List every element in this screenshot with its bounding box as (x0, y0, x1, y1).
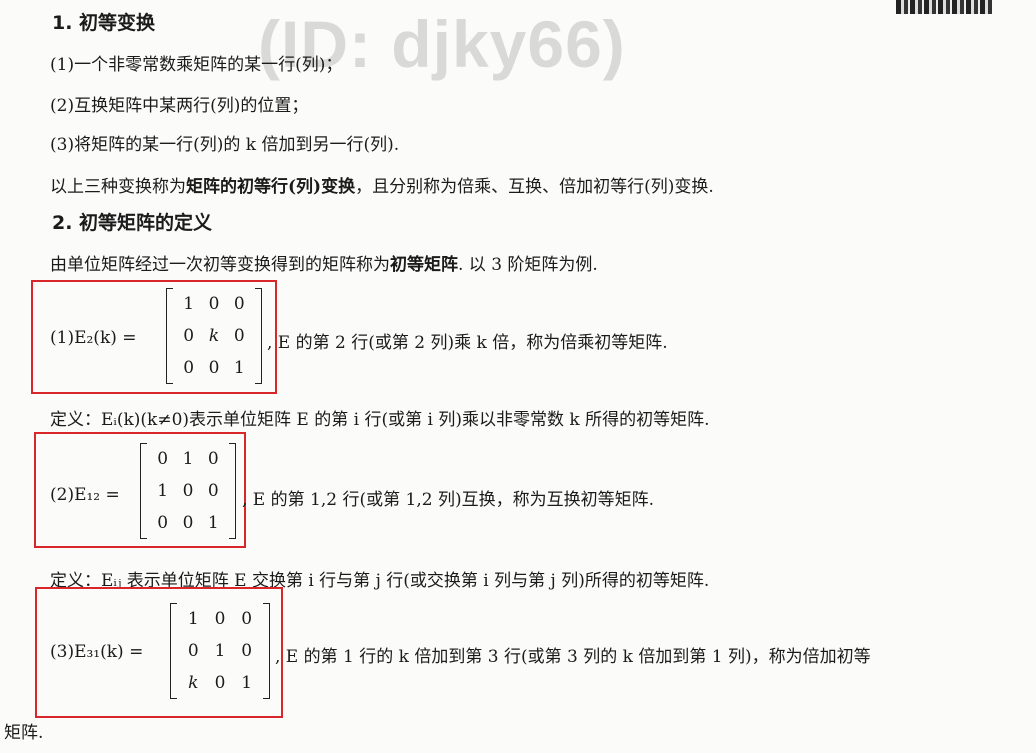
section-1-heading: 1. 初等变换 (52, 12, 156, 34)
matrix-cell: k (188, 673, 199, 693)
section-2-intro: 由单位矩阵经过一次初等变换得到的矩阵称为初等矩阵. 以 3 阶矩阵为例. (50, 250, 598, 275)
transform-item-3: (3)将矩阵的某一行(列)的 k 倍加到另一行(列). (50, 135, 400, 155)
example-1-label: (1)E₂(k) = (50, 328, 137, 348)
matrix-cell: 0 (233, 294, 245, 314)
example-3-label: (3)E₃₁(k) = (50, 642, 144, 662)
matrix-cell: 1 (233, 358, 245, 378)
example-3-continuation: 矩阵. (4, 723, 44, 743)
matrix-cell: 0 (182, 513, 194, 533)
matrix-cell: 0 (208, 294, 220, 314)
matrix-cell: 0 (207, 481, 219, 501)
matrix-cell: 0 (207, 449, 219, 469)
qr-code-fragment (896, 0, 992, 14)
summary-bold-term: 矩阵的初等行(列)变换 (186, 177, 356, 197)
intro-post: . 以 3 阶矩阵为例. (458, 255, 598, 275)
matrix-cell: 1 (182, 449, 194, 469)
matrix-cell: 0 (214, 609, 226, 629)
matrix-cell: 0 (208, 358, 220, 378)
matrix-cell: 0 (157, 449, 169, 469)
section-2-heading: 2. 初等矩阵的定义 (52, 212, 213, 234)
matrix-cell: 1 (157, 481, 169, 501)
matrix-cell: 0 (187, 641, 199, 661)
matrix-cell: 1 (187, 609, 199, 629)
matrix-cell: 1 (241, 673, 253, 693)
matrix-cell: 0 (233, 326, 245, 346)
summary-post: ，且分别称为倍乘、互换、倍加初等行(列)变换. (355, 177, 714, 197)
summary-pre: 以上三种变换称为 (50, 177, 186, 197)
matrix-cell: 0 (241, 641, 253, 661)
transform-item-2: (2)互换矩阵中某两行(列)的位置； (50, 96, 309, 116)
matrix-cell: k (208, 326, 220, 346)
example-1-description: , E 的第 2 行(或第 2 列)乘 k 倍，称为倍乘初等矩阵. (267, 333, 668, 353)
matrix-cell: 0 (182, 481, 194, 501)
example-2-label: (2)E₁₂ = (50, 485, 120, 505)
example-2-description: , E 的第 1,2 行(或第 1,2 列)互换，称为互换初等矩阵. (242, 490, 654, 510)
matrix-cell: 1 (183, 294, 195, 314)
matrix-cell: 0 (183, 326, 195, 346)
matrix-cell: 0 (241, 609, 253, 629)
transform-item-1: (1)一个非零常数乘矩阵的某一行(列)； (50, 55, 343, 75)
intro-bold-term: 初等矩阵 (390, 255, 458, 275)
matrix-cell: 1 (214, 641, 226, 661)
intro-pre: 由单位矩阵经过一次初等变换得到的矩阵称为 (50, 255, 390, 275)
matrix-cell: 0 (157, 513, 169, 533)
transform-summary: 以上三种变换称为矩阵的初等行(列)变换，且分别称为倍乘、互换、倍加初等行(列)变… (50, 172, 714, 197)
matrix-cell: 1 (207, 513, 219, 533)
example-1-definition: 定义：Eᵢ(k)(k≠0)表示单位矩阵 E 的第 i 行(或第 i 列)乘以非零… (50, 410, 710, 430)
matrix-e2k: 1 0 0 0 k 0 0 0 1 (166, 288, 262, 384)
matrix-e12: 0 1 0 1 0 0 0 0 1 (140, 443, 236, 539)
example-3-description: , E 的第 1 行的 k 倍加到第 3 行(或第 3 列的 k 倍加到第 1 … (275, 647, 871, 667)
matrix-e31k: 1 0 0 0 1 0 k 0 1 (170, 603, 270, 699)
matrix-cell: 0 (214, 673, 226, 693)
matrix-cell: 0 (183, 358, 195, 378)
